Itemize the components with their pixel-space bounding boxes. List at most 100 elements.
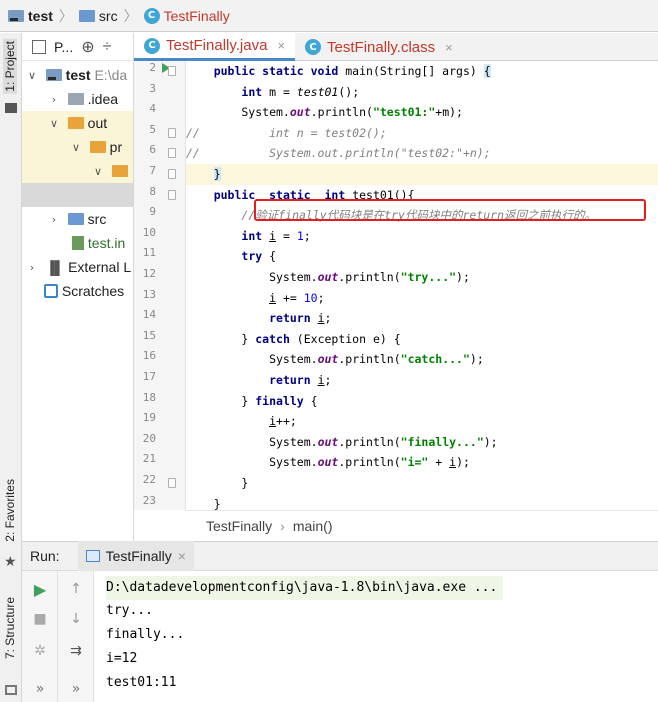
highlight-annotation-box [254,199,646,221]
line-number: 18 [142,390,156,404]
locate-icon[interactable]: ⊕ [81,37,94,57]
editor-tabs: C TestFinally.java × C TestFinally.class… [134,33,658,61]
code-line: } catch (Exception e) { [186,331,401,346]
breadcrumb-file[interactable]: C TestFinally [143,7,230,24]
tree-item-out[interactable]: ∨ out [22,111,133,135]
console-output[interactable]: D:\datadevelopmentconfig\java-1.8\bin\ja… [94,571,658,702]
tree-label: src [87,211,107,227]
line-number: 7 [149,164,156,177]
code-line: i++; [269,414,297,429]
line-number: 8 [149,184,156,198]
tree-path: E:\da [94,67,128,83]
line-number: 14 [142,308,156,322]
line-number: 3 [149,81,156,95]
tree-item-production[interactable]: ∨ pr [22,135,133,159]
tab-label: TestFinally.class [327,38,436,56]
tree-label: Scratches [61,283,125,299]
tree-item-module-out[interactable]: ∨ [22,159,133,183]
folder-icon [67,93,84,105]
fold-icon[interactable] [168,190,176,200]
tree-item-test[interactable]: ∨ test E:\da [26,63,127,87]
tree-item-iml[interactable]: test.in [72,231,125,255]
more-icon[interactable]: » [66,679,86,699]
code-line: // int n = test02(); [186,125,387,140]
tree-item-scratches[interactable]: Scratches [44,279,124,303]
class-icon: C [144,37,160,54]
line-number: 16 [142,349,156,363]
close-icon[interactable]: × [277,38,285,53]
module-file-icon [72,236,84,250]
structure-tool-tab[interactable]: 7: Structure [3,597,17,659]
code-line: System.out.println("catch..."); [186,352,484,367]
code-line: int m = test01(); [241,84,360,99]
more-icon[interactable]: » [30,679,50,699]
code-line: } [186,496,221,510]
tree-label: External L [68,259,132,275]
run-panel-header: Run: TestFinally × [22,541,658,571]
project-tool-tab[interactable]: 1: Project [3,39,17,94]
folder-icon [111,165,128,177]
line-number: 20 [142,431,156,445]
library-icon: ▐▌ [45,259,65,275]
close-icon[interactable]: × [178,548,186,564]
fold-icon[interactable] [168,148,176,158]
code-line: public static void main(String[] args) { [213,64,491,78]
line-number: 10 [142,225,156,239]
favorites-tool-tab[interactable]: 2: Favorites [3,479,17,542]
run-tab-label: TestFinally [105,548,172,564]
tree-item-external-libraries[interactable]: › ▐▌ External L [26,255,131,279]
line-number: 12 [142,267,156,280]
project-view-icon[interactable] [32,39,46,54]
code-line: System.out.println("i=" + i); [186,455,470,470]
tree-item-idea[interactable]: › .idea [48,87,118,111]
line-number: 13 [142,287,156,301]
code-line: return i; [269,373,332,387]
crumb-method[interactable]: main() [293,518,333,534]
chevron-right-icon: › [51,212,57,226]
breadcrumb-project[interactable]: test [8,8,53,24]
fold-icon[interactable] [168,478,176,488]
tab-run-testfinally[interactable]: TestFinally × [77,541,194,571]
tree-item-selected[interactable] [22,183,133,207]
tab-testfinally-class[interactable]: C TestFinally.class × [295,33,463,61]
fold-icon[interactable] [168,169,176,179]
code-line: } finally { [186,393,318,408]
tab-testfinally-java[interactable]: C TestFinally.java × [134,33,296,61]
restore-layout-icon[interactable]: ✲ [30,641,50,661]
class-icon: C [143,7,160,24]
arrow-up-icon[interactable]: ↑ [66,579,86,599]
console-line: finally... [106,627,185,642]
breadcrumb-project-label: test [28,7,53,24]
line-number: 21 [142,452,156,466]
code-line: return i; [269,311,332,326]
class-icon: C [305,39,322,55]
navigation-bar: test 〉 src 〉 C TestFinally [0,0,658,32]
fold-icon[interactable] [168,66,176,76]
chevron-right-icon: › [29,260,35,274]
line-number: 6 [149,143,156,157]
crumb-class[interactable]: TestFinally [206,518,272,534]
line-number: 23 [142,493,156,507]
close-icon[interactable]: × [445,40,453,55]
fold-icon[interactable] [168,128,176,138]
line-number: 2 [149,61,156,74]
breadcrumb-folder-label: src [98,7,118,24]
chevron-down-icon: ∨ [49,116,59,130]
editor-breadcrumb: TestFinally › main() [186,510,658,540]
code-line: // System.out.println("test02:"+n); [186,146,491,161]
code-line: } [186,476,249,490]
breadcrumb-folder[interactable]: src [78,7,118,24]
code-editor[interactable]: public static void main(String[] args) {… [186,61,658,510]
tree-item-src[interactable]: › src [48,207,107,231]
arrow-down-icon[interactable]: ↓ [66,609,86,629]
stop-icon[interactable]: ■ [30,609,50,629]
chevron-right-icon: › [280,517,285,534]
soft-wrap-icon[interactable]: ⇉ [66,641,86,661]
project-view-selector[interactable]: P... [54,39,73,55]
rerun-icon[interactable]: ▶ [30,579,50,599]
collapse-icon[interactable]: ÷ [103,38,112,56]
code-line: try { [241,249,277,264]
chevron-right-icon: 〉 [123,7,138,24]
editor-gutter[interactable]: 2 3 4 5 6 7 8 9 10 11 12 13 14 15 16 17 … [134,61,186,510]
folder-icon [78,9,95,22]
